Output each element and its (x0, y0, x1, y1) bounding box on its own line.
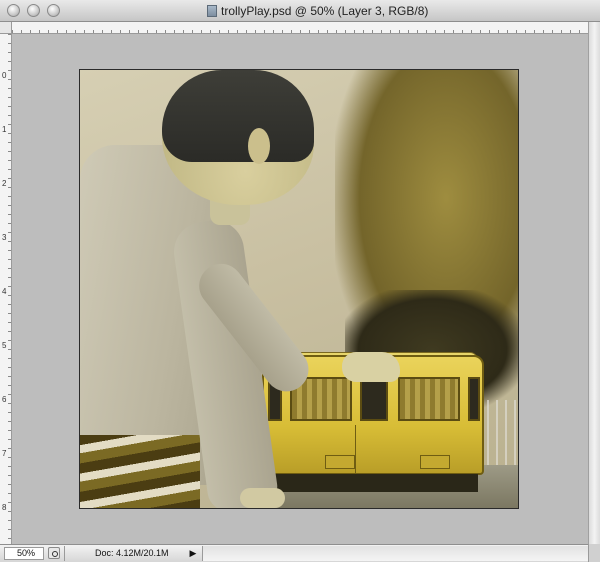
trolley-plate (420, 455, 450, 469)
boy-second-hand (240, 488, 285, 508)
boy-ear (248, 128, 270, 164)
minimize-icon[interactable] (27, 4, 40, 17)
ruler-mark: 8 (2, 503, 7, 512)
boy-striped-pants (80, 435, 200, 508)
ruler-mark: 6 (2, 395, 7, 404)
quick-mask-preview-icon[interactable] (48, 547, 60, 559)
trolley-window (398, 377, 460, 421)
boy-hand (342, 352, 400, 382)
horizontal-ruler[interactable] (12, 22, 588, 34)
zoom-level-field[interactable]: 50% (4, 547, 44, 560)
trolley-window (360, 377, 388, 421)
trolley-plate (325, 455, 355, 469)
boy-hair (162, 70, 314, 162)
status-bar: 50% Doc: 4.12M/20.1M ▶ (0, 544, 600, 562)
horizontal-scrollbar[interactable] (202, 546, 588, 561)
ruler-mark: 3 (2, 233, 7, 242)
document-canvas-image[interactable] (79, 69, 519, 509)
vertical-ruler[interactable]: 0 1 2 3 4 5 6 7 8 (0, 34, 12, 544)
ruler-mark: 2 (2, 179, 7, 188)
window-title: trollyPlay.psd @ 50% (Layer 3, RGB/8) (221, 4, 429, 18)
title-bar[interactable]: trollyPlay.psd @ 50% (Layer 3, RGB/8) (0, 0, 600, 22)
ruler-mark: 5 (2, 341, 7, 350)
resize-handle[interactable] (588, 544, 600, 562)
status-menu-arrow-icon[interactable]: ▶ (187, 547, 199, 559)
trolley-door-line (355, 425, 356, 473)
zoom-icon[interactable] (47, 4, 60, 17)
vertical-scrollbar[interactable] (588, 22, 600, 544)
close-icon[interactable] (7, 4, 20, 17)
ruler-mark: 4 (2, 287, 7, 296)
trolley-undercarriage (270, 474, 478, 492)
ruler-origin[interactable] (0, 22, 12, 34)
psd-document-icon (207, 5, 217, 17)
trolley-window (468, 377, 480, 421)
document-window: trollyPlay.psd @ 50% (Layer 3, RGB/8) 0 … (0, 0, 600, 562)
ruler-mark: 7 (2, 449, 7, 458)
ruler-mark: 0 (2, 71, 7, 80)
divider (64, 546, 65, 561)
document-size-info: Doc: 4.12M/20.1M (95, 548, 169, 558)
ruler-mark: 1 (2, 125, 7, 134)
